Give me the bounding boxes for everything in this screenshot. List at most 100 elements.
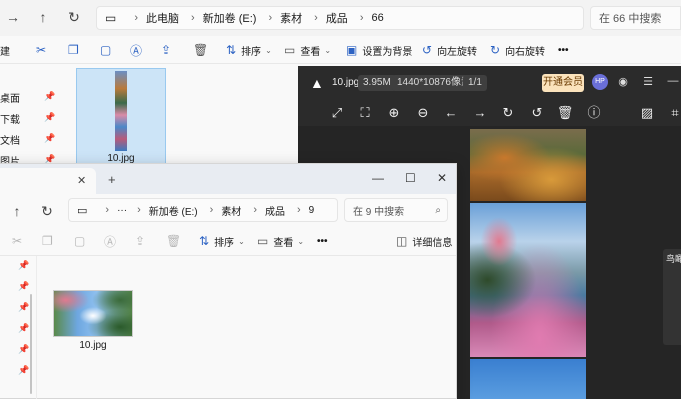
sort-button[interactable]: ⇅ 排序 ⌄: [199, 233, 245, 249]
file-size-chip: 3.95M: [358, 75, 396, 91]
more-locations-icon[interactable]: ···: [117, 205, 127, 216]
close-window-icon[interactable]: ✕: [437, 171, 447, 185]
rename-icon: Ⓐ: [104, 234, 117, 249]
share-button[interactable]: ⇪: [161, 42, 176, 58]
sidebar-item-desktop[interactable]: 桌面: [0, 90, 20, 105]
previous-arrow-icon[interactable]: ←: [442, 104, 460, 122]
pin-icon[interactable]: 📌: [18, 365, 29, 376]
rotate-right-button[interactable]: ↻ 向右旋转: [490, 42, 545, 58]
file-thumbnail[interactable]: [53, 290, 133, 337]
pin-icon[interactable]: 📌: [18, 302, 29, 313]
toolbar-new-partial[interactable]: 建: [0, 42, 10, 58]
pin-icon: 📌: [44, 91, 56, 101]
viewer-side-panel: 鸟瞰: [663, 249, 681, 345]
scissors-icon: ✂: [12, 234, 23, 248]
rotate-left-icon[interactable]: ↺: [528, 104, 546, 122]
search-input[interactable]: 在 66 中搜索: [590, 6, 681, 30]
crop-icon[interactable]: ⌗: [666, 104, 681, 122]
maximize-icon[interactable]: ☐: [405, 171, 416, 185]
pin-icon[interactable]: 📌: [18, 344, 29, 355]
sidebar-scrollbar[interactable]: [30, 294, 32, 394]
breadcrumb-9[interactable]: 9: [309, 205, 315, 216]
forward-icon[interactable]: →: [4, 8, 22, 26]
actual-size-icon[interactable]: ⛶: [356, 104, 374, 122]
close-tab-icon[interactable]: ✕: [77, 174, 86, 187]
cut-button[interactable]: ✂: [36, 42, 51, 58]
breadcrumb-drive-e[interactable]: 新加卷 (E:): [149, 203, 198, 218]
details-pane-button[interactable]: ◫ 详细信息: [396, 233, 452, 249]
file-thumbnail: [115, 71, 127, 151]
sort-button[interactable]: ⇅ 排序 ⌄: [226, 42, 272, 58]
viewer-toolbar: ⤢ ⛶ ⊕ ⊖ ← → ↻ ↺ 🗑 ⓘ ▨ ⌗: [298, 100, 681, 126]
viewer-file-name: 10.jpg: [332, 77, 360, 88]
chevron-right-icon: ›: [209, 204, 214, 216]
image-segment-lake-flowers: [470, 203, 586, 357]
up-icon[interactable]: ↑: [8, 202, 26, 220]
tab-bar: ✕ + — ☐ ✕: [0, 164, 456, 194]
search-icon: ⌕: [435, 204, 441, 216]
scissors-icon: ✂: [36, 43, 47, 57]
set-wallpaper-button[interactable]: ▣ 设置为背景: [346, 42, 412, 58]
minimize-icon[interactable]: —: [666, 75, 680, 91]
fit-screen-icon[interactable]: ⤢: [328, 104, 346, 122]
next-arrow-icon[interactable]: →: [471, 104, 489, 122]
chevron-right-icon: ›: [296, 204, 301, 216]
info-icon[interactable]: ⓘ: [585, 104, 603, 122]
paste-button[interactable]: ▢: [74, 233, 90, 249]
paste-button[interactable]: ▢: [100, 42, 116, 58]
pin-icon[interactable]: 📌: [18, 281, 29, 292]
rotate-left-button[interactable]: ↺ 向左旋转: [422, 42, 477, 58]
view-label: 查看: [273, 237, 294, 249]
image-options-icon[interactable]: ▨: [638, 104, 656, 122]
file-item-selected[interactable]: 10.jpg: [76, 68, 166, 164]
refresh-icon[interactable]: ↻: [65, 8, 83, 26]
address-bar[interactable]: ▭ › 此电脑 › 新加卷 (E:) › 素材 › 成品 › 66: [96, 6, 584, 30]
pin-icon[interactable]: 📌: [18, 260, 29, 271]
cut-button[interactable]: ✂: [12, 233, 27, 249]
rotate-right-icon[interactable]: ↻: [499, 104, 517, 122]
more-options-icon[interactable]: •••: [317, 233, 328, 249]
view-button[interactable]: ▭ 查看 ⌄: [257, 233, 304, 249]
copy-button[interactable]: ❐: [42, 233, 58, 249]
up-icon[interactable]: ↑: [34, 8, 52, 26]
rotate-left-icon: ↺: [422, 43, 433, 57]
set-wallpaper-label: 设置为背景: [362, 46, 413, 58]
sort-label: 排序: [241, 46, 262, 58]
breadcrumb-drive-e[interactable]: 新加卷 (E:): [203, 10, 257, 26]
breadcrumb-chengpin[interactable]: 成品: [326, 10, 348, 26]
view-button[interactable]: ▭ 查看 ⌄: [284, 42, 331, 58]
zoom-out-icon[interactable]: ⊖: [414, 104, 432, 122]
breadcrumb-sucai[interactable]: 素材: [221, 203, 241, 218]
delete-icon[interactable]: 🗑: [556, 104, 574, 122]
active-tab[interactable]: ✕: [0, 168, 96, 194]
breadcrumb-66[interactable]: 66: [371, 12, 383, 24]
menu-icon[interactable]: ☰: [641, 75, 655, 91]
breadcrumb-this-pc[interactable]: 此电脑: [146, 10, 179, 26]
file-name[interactable]: 10.jpg: [53, 340, 133, 351]
sidebar-item-documents[interactable]: 文档: [0, 132, 20, 147]
view-label: 查看: [300, 46, 321, 58]
pin-icon[interactable]: 📌: [18, 323, 29, 334]
share-button[interactable]: ⇪: [135, 233, 150, 249]
address-bar[interactable]: ▭ › ··· › 新加卷 (E:) › 素材 › 成品 › 9: [68, 198, 338, 222]
copy-icon: ❐: [68, 43, 79, 57]
delete-button[interactable]: 🗑: [166, 233, 186, 249]
sidebar-item-downloads[interactable]: 下载: [0, 111, 20, 126]
breadcrumb-chengpin[interactable]: 成品: [265, 203, 285, 218]
more-options-icon[interactable]: •••: [558, 42, 569, 58]
delete-button[interactable]: 🗑: [193, 42, 213, 58]
minimize-icon[interactable]: —: [372, 171, 384, 185]
refresh-icon[interactable]: ↻: [38, 202, 56, 220]
search-input[interactable]: 在 9 中搜索 ⌕: [344, 198, 448, 222]
avatar[interactable]: HP: [592, 74, 608, 90]
copy-button[interactable]: ❐: [68, 42, 84, 58]
chevron-right-icon: ›: [268, 12, 273, 24]
rename-button[interactable]: Ⓐ: [130, 42, 147, 58]
breadcrumb-sucai[interactable]: 素材: [280, 10, 302, 26]
rename-button[interactable]: Ⓐ: [104, 233, 121, 249]
zoom-in-icon[interactable]: ⊕: [385, 104, 403, 122]
sort-label: 排序: [214, 237, 235, 249]
new-tab-icon[interactable]: +: [108, 172, 116, 187]
vip-button[interactable]: 开通会员: [542, 74, 584, 92]
theme-icon[interactable]: ◉: [616, 75, 630, 91]
